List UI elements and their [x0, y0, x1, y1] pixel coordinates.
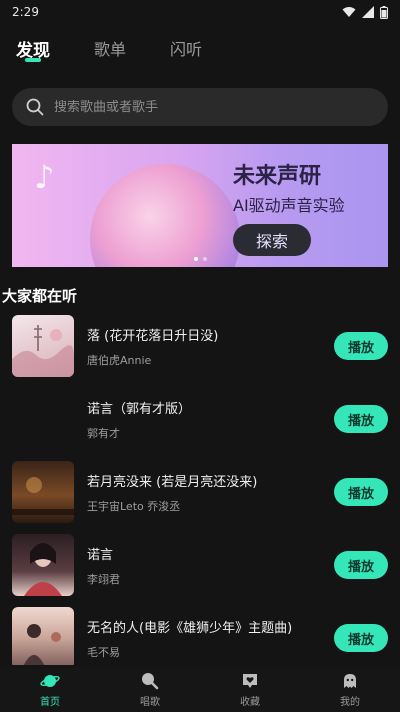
- nav-favorites[interactable]: 收藏: [210, 672, 290, 708]
- list-item[interactable]: 无名的人(电影《雄狮少年》主题曲) 毛不易 播放: [12, 607, 388, 665]
- nav-sing[interactable]: 唱歌: [110, 672, 190, 708]
- nav-profile-label: 我的: [340, 697, 360, 708]
- heart-box-icon: [243, 674, 257, 688]
- tab-discover[interactable]: 发现: [16, 36, 50, 61]
- song-cover[interactable]: [12, 315, 74, 377]
- nav-home-label: 首页: [40, 697, 60, 708]
- promo-banner[interactable]: ♪ 未来声研 AI驱动声音实验 探索: [12, 144, 388, 267]
- banner-subtitle: AI驱动声音实验: [233, 196, 345, 215]
- wifi-icon: [342, 7, 356, 17]
- banner-moon-image: [90, 164, 240, 267]
- banner-dot[interactable]: [203, 257, 207, 261]
- ghost-icon: [344, 674, 356, 688]
- status-icons: [342, 5, 388, 19]
- status-time: 2:29: [12, 5, 39, 19]
- song-cover[interactable]: [12, 534, 74, 596]
- search-input[interactable]: [54, 99, 354, 115]
- play-button[interactable]: 播放: [334, 551, 388, 579]
- banner-title: 未来声研: [233, 164, 322, 189]
- list-item[interactable]: 落 (花开花落日升日没) 唐伯虎Annie 播放: [12, 315, 388, 379]
- play-button[interactable]: 播放: [334, 332, 388, 360]
- music-note-icon: ♪: [34, 158, 55, 196]
- song-artist: 唐伯虎Annie: [87, 354, 152, 367]
- search-icon: [26, 98, 44, 116]
- song-cover[interactable]: [12, 388, 74, 450]
- nav-home[interactable]: 首页: [10, 672, 90, 708]
- song-title: 若月亮没来 (若是月亮还没来): [87, 475, 258, 490]
- song-title: 落 (花开花落日升日没): [87, 329, 219, 344]
- song-artist: 李翊君: [87, 573, 120, 586]
- list-item[interactable]: 若月亮没来 (若是月亮还没来) 王宇宙Leto 乔浚丞 播放: [12, 461, 388, 525]
- song-artist: 郭有才: [87, 427, 120, 440]
- top-tabs: 发现 歌单 闪听: [0, 30, 400, 66]
- play-button[interactable]: 播放: [334, 624, 388, 652]
- tab-playlists[interactable]: 歌单: [94, 36, 126, 60]
- tab-quick-listen[interactable]: 闪听: [170, 36, 202, 60]
- nav-sing-label: 唱歌: [140, 697, 160, 708]
- nav-profile[interactable]: 我的: [310, 672, 390, 708]
- mic-icon: [142, 673, 159, 690]
- song-cover[interactable]: [12, 461, 74, 523]
- song-title: 诺言（郭有才版）: [87, 402, 192, 417]
- play-button[interactable]: 播放: [334, 405, 388, 433]
- signal-icon: [362, 6, 374, 18]
- play-button[interactable]: 播放: [334, 478, 388, 506]
- song-artist: 毛不易: [87, 646, 120, 659]
- section-title: 大家都在听: [2, 287, 78, 305]
- song-title: 无名的人(电影《雄狮少年》主题曲): [87, 621, 293, 636]
- search-bar[interactable]: [12, 88, 388, 126]
- list-item[interactable]: 诺言（郭有才版） 郭有才 播放: [12, 388, 388, 452]
- song-artist: 王宇宙Leto 乔浚丞: [87, 500, 181, 513]
- banner-explore-button[interactable]: 探索: [233, 224, 311, 256]
- song-cover[interactable]: [12, 607, 74, 665]
- planet-icon: [40, 675, 60, 687]
- list-item[interactable]: 诺言 李翊君 播放: [12, 534, 388, 598]
- song-title: 诺言: [87, 548, 114, 563]
- banner-dot[interactable]: [194, 257, 198, 261]
- nav-favorites-label: 收藏: [240, 697, 260, 708]
- banner-pagination: [194, 257, 207, 261]
- battery-icon: [380, 5, 388, 19]
- bottom-nav: 首页 唱歌 收藏 我的: [0, 668, 400, 712]
- status-bar: 2:29: [0, 0, 400, 24]
- active-tab-indicator: [25, 58, 41, 62]
